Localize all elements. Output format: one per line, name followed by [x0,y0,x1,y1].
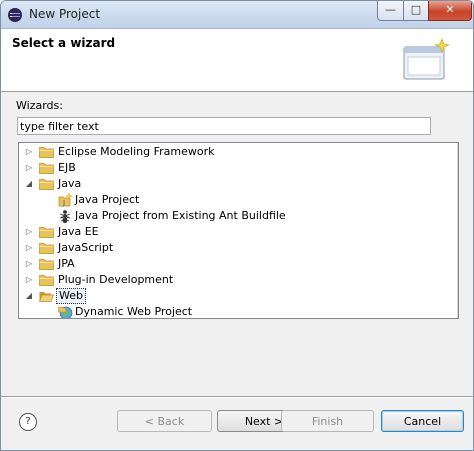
tree-item-java-project[interactable]: J Java Project [19,192,455,208]
folder-icon [39,176,54,192]
back-button[interactable]: < Back [117,410,212,432]
open-folder-icon [39,288,54,304]
filter-input[interactable] [17,117,431,135]
wizard-tree: ▷ Eclipse Modeling Framework ▷ EJB ◢ Java J Jav… [18,142,459,319]
page-title: Select a wizard [12,36,116,50]
close-button[interactable]: ✕ [428,1,472,21]
tree-item-label: Java Project [75,193,140,206]
folder-icon [39,144,54,160]
vertical-scrollbar[interactable]: ▲ ▼ [457,143,459,318]
tree-item-javascript[interactable]: ▷ JavaScript [19,240,455,256]
tree-item-label: Dynamic Web Project [75,305,193,318]
folder-icon [39,256,54,272]
tree-item-label: Java EE [58,225,99,238]
minimize-button[interactable]: — [377,1,404,21]
maximize-button[interactable]: □ [403,1,429,21]
folder-icon [39,272,54,288]
title-bar[interactable]: New Project — □ ✕ [1,1,473,29]
tree-item-ejb[interactable]: ▷ EJB [19,160,455,176]
finish-button[interactable]: Finish [281,410,374,432]
folder-icon [39,240,54,256]
tree-item-label: Java Project from Existing Ant Buildfile [75,209,286,222]
collapsed-arrow-icon[interactable]: ▷ [24,224,34,240]
scroll-down-icon[interactable]: ▼ [458,302,459,318]
collapsed-arrow-icon[interactable]: ▷ [24,144,34,160]
wizard-banner-icon [403,38,451,80]
svg-text:J: J [62,199,65,207]
eclipse-icon [8,8,22,22]
folder-icon [39,224,54,240]
folder-icon [39,160,54,176]
tree-item-label: JPA [58,257,75,270]
tree-item-plug-in-development[interactable]: ▷ Plug-in Development [19,272,455,288]
ant-icon [57,208,73,224]
tree-item-java-ee[interactable]: ▷ Java EE [19,224,455,240]
tree-item-label: JavaScript [58,241,114,254]
tree-item-label: Java [58,177,82,190]
tree-item-java[interactable]: ◢ Java [19,176,455,192]
java-project-icon: J [57,192,73,208]
collapsed-arrow-icon[interactable]: ▷ [24,160,34,176]
tree-item-label: Web [56,288,86,304]
cancel-button[interactable]: Cancel [381,410,464,432]
tree-item-dynamic-web-project[interactable]: Dynamic Web Project [19,304,455,318]
wizards-label: Wizards: [16,99,63,112]
help-button[interactable]: ? [19,413,37,431]
collapsed-arrow-icon[interactable]: ▷ [24,240,34,256]
tree-item-label: EJB [58,161,76,174]
window-title: New Project [29,7,101,21]
scroll-up-icon[interactable]: ▲ [458,143,459,159]
wizard-header: Select a wizard [1,29,473,92]
new-project-window: New Project — □ ✕ Select a wizard Wizard… [0,0,474,451]
button-bar-separator [1,396,473,398]
expanded-arrow-icon[interactable]: ◢ [24,176,34,192]
tree-item-eclipse-modeling-framework[interactable]: ▷ Eclipse Modeling Framework [19,144,455,160]
tree-item-java-project-from-existing-ant-buildfile[interactable]: Java Project from Existing Ant Buildfile [19,208,455,224]
collapsed-arrow-icon[interactable]: ▷ [24,272,34,288]
tree-item-jpa[interactable]: ▷ JPA [19,256,455,272]
tree-item-label: Eclipse Modeling Framework [58,145,215,158]
tree-item-web[interactable]: ◢ Web [19,288,455,304]
expanded-arrow-icon[interactable]: ◢ [24,288,34,304]
tree-item-label: Plug-in Development [58,273,174,286]
web-project-icon [57,304,73,318]
collapsed-arrow-icon[interactable]: ▷ [24,256,34,272]
